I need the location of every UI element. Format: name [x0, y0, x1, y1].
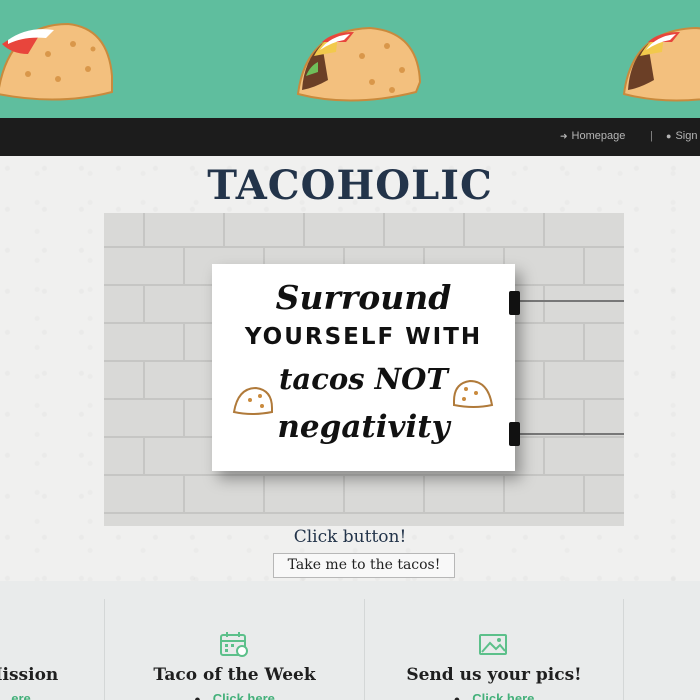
card-taco-of-the-week: Taco of the Week ● Click here: [105, 599, 364, 700]
taco-icon: [618, 20, 700, 116]
nav-signin-label: Sign: [675, 130, 698, 142]
bullet: ●: [194, 694, 201, 700]
poster-line-1: Surround: [275, 278, 452, 317]
card-link[interactable]: ● Click here: [105, 691, 364, 700]
poster-line-2: YOURSELF WITH: [244, 324, 483, 350]
card-title: Mission: [0, 665, 59, 685]
taco-icon: [292, 20, 422, 116]
card-send-pics: Send us your pics! ● Click here: [365, 599, 623, 700]
calendar-icon: [219, 631, 249, 657]
image-icon: [478, 631, 508, 657]
card-title: Send us your pics!: [406, 665, 582, 685]
nav-homepage-label: Homepage: [571, 130, 626, 142]
hanging-wire: [518, 300, 624, 302]
binder-clip: [509, 422, 520, 446]
main-content: TACOHOLIC Surround YOURSELF WITH tacos N…: [0, 156, 700, 581]
card-divider: [623, 599, 624, 700]
card-link[interactable]: ere: [0, 691, 104, 700]
card-link-label: Click here: [212, 691, 275, 700]
card-mission: Mission ere: [0, 599, 104, 700]
card-link[interactable]: ● Click here: [365, 691, 623, 700]
take-me-to-tacos-button[interactable]: Take me to the tacos!: [273, 553, 455, 578]
feature-cards: Mission ere Taco of the Week ● Click here…: [0, 581, 700, 700]
taco-icon: [232, 386, 274, 416]
poster: Surround YOURSELF WITH tacos NOT negativ…: [212, 264, 515, 471]
hanging-wire: [518, 433, 624, 435]
sign-in-arrow-icon: ➜: [560, 131, 568, 141]
click-prompt: Click button!: [293, 527, 407, 547]
taco-banner: [0, 0, 700, 118]
taco-icon: [452, 379, 494, 409]
hero-image: Surround YOURSELF WITH tacos NOT negativ…: [104, 213, 624, 526]
card-link-label: Click here: [472, 691, 535, 700]
page-title: TACOHOLIC: [207, 162, 493, 209]
top-navbar: ➜ Homepage | ● Sign: [0, 118, 700, 156]
taco-icon: [0, 14, 118, 110]
binder-clip: [509, 291, 520, 315]
nav-signin-link[interactable]: ● Sign: [666, 130, 697, 142]
bullet: ●: [453, 694, 461, 700]
card-title: Taco of the Week: [153, 665, 316, 685]
nav-homepage-link[interactable]: ➜ Homepage: [560, 130, 625, 142]
nav-separator: |: [650, 130, 653, 142]
user-icon: ●: [666, 131, 672, 141]
card-link-label: ere: [11, 691, 31, 700]
